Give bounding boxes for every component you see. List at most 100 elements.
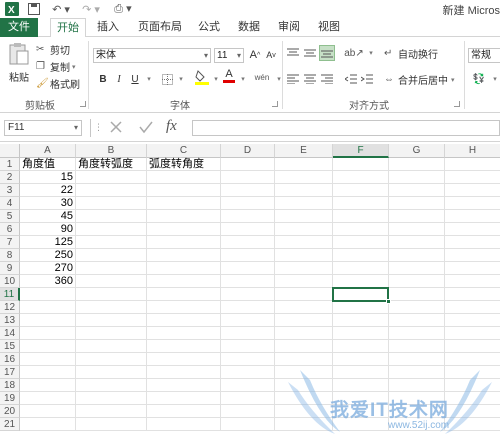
copy-button[interactable]: ❐ 复制 ▾ [36,59,76,74]
cell-h6[interactable] [445,223,500,236]
number-format-select[interactable]: 常规 [468,48,500,63]
cell-e17[interactable] [275,366,333,379]
cell-c13[interactable] [147,314,221,327]
cell-g14[interactable] [389,327,445,340]
cell-d9[interactable] [221,262,275,275]
phonetic-guide-icon[interactable]: wén [252,70,272,84]
row-header-20[interactable]: 20 [0,405,20,418]
chevron-down-icon[interactable]: ▾ [272,72,286,86]
cell-h14[interactable] [445,327,500,340]
cell-d10[interactable] [221,275,275,288]
cell-b12[interactable] [76,301,147,314]
cell-c7[interactable] [147,236,221,249]
cell-e18[interactable] [275,379,333,392]
cell-b7[interactable] [76,236,147,249]
tab-page-layout[interactable]: 页面布局 [134,18,186,37]
cell-e14[interactable] [275,327,333,340]
column-header-b[interactable]: B [76,144,147,158]
row-header-12[interactable]: 12 [0,301,20,314]
cell-g5[interactable] [389,210,445,223]
orientation-icon[interactable]: ab↗ [344,46,364,60]
cell-c14[interactable] [147,327,221,340]
cell-g4[interactable] [389,197,445,210]
cell-a4[interactable]: 30 [20,197,76,210]
cell-g8[interactable] [389,249,445,262]
format-painter-button[interactable]: 🖌 格式刷 [36,76,80,91]
row-header-8[interactable]: 8 [0,249,20,262]
cell-f18[interactable] [333,379,389,392]
cell-a9[interactable]: 270 [20,262,76,275]
row-header-9[interactable]: 9 [0,262,20,275]
select-all-corner[interactable] [0,144,20,158]
drag-handle-icon[interactable]: ⋮ [94,122,103,133]
row-header-5[interactable]: 5 [0,210,20,223]
enter-check-icon[interactable] [136,117,156,137]
cell-g15[interactable] [389,340,445,353]
redo-icon[interactable]: ↷ ▾ [80,1,102,17]
row-header-3[interactable]: 3 [0,184,20,197]
cell-h4[interactable] [445,197,500,210]
underline-button[interactable]: U [128,72,142,86]
tab-formulas[interactable]: 公式 [194,18,224,37]
align-right-icon[interactable] [320,72,334,86]
tab-view[interactable]: 视图 [314,18,344,37]
paste-icon[interactable] [8,41,30,67]
cell-b4[interactable] [76,197,147,210]
cell-a8[interactable]: 250 [20,249,76,262]
cell-b20[interactable] [76,405,147,418]
cell-a5[interactable]: 45 [20,210,76,223]
cell-b15[interactable] [76,340,147,353]
cell-b21[interactable] [76,418,147,431]
tab-home[interactable]: 开始 [50,18,86,38]
cell-e19[interactable] [275,392,333,405]
row-header-6[interactable]: 6 [0,223,20,236]
cell-a7[interactable]: 125 [20,236,76,249]
cell-f17[interactable] [333,366,389,379]
cell-g17[interactable] [389,366,445,379]
row-header-11[interactable]: 11 [0,288,20,301]
cell-b3[interactable] [76,184,147,197]
cell-g3[interactable] [389,184,445,197]
cell-c18[interactable] [147,379,221,392]
cell-h7[interactable] [445,236,500,249]
cell-c4[interactable] [147,197,221,210]
cell-h12[interactable] [445,301,500,314]
cell-h5[interactable] [445,210,500,223]
cell-d12[interactable] [221,301,275,314]
chevron-down-icon[interactable]: ▾ [209,72,223,86]
cell-d20[interactable] [221,405,275,418]
cell-d15[interactable] [221,340,275,353]
cell-g9[interactable] [389,262,445,275]
column-header-d[interactable]: D [221,144,275,158]
cell-f6[interactable] [333,223,389,236]
cell-a12[interactable] [20,301,76,314]
align-left-icon[interactable] [286,72,300,86]
cell-e5[interactable] [275,210,333,223]
cell-a16[interactable] [20,353,76,366]
cell-c19[interactable] [147,392,221,405]
cell-g13[interactable] [389,314,445,327]
cell-c8[interactable] [147,249,221,262]
column-header-a[interactable]: A [20,144,76,158]
cell-e7[interactable] [275,236,333,249]
font-size-select[interactable]: 11 ▾ [214,48,244,63]
cell-d16[interactable] [221,353,275,366]
tab-insert[interactable]: 插入 [92,18,124,37]
row-header-18[interactable]: 18 [0,379,20,392]
cell-h9[interactable] [445,262,500,275]
cell-b10[interactable] [76,275,147,288]
row-header-21[interactable]: 21 [0,418,20,431]
column-header-e[interactable]: E [275,144,333,158]
cell-e20[interactable] [275,405,333,418]
cell-d4[interactable] [221,197,275,210]
name-box[interactable]: F11 ▾ [4,120,82,136]
cell-d6[interactable] [221,223,275,236]
cell-g6[interactable] [389,223,445,236]
align-top-icon[interactable] [286,46,300,60]
cell-e4[interactable] [275,197,333,210]
cell-a15[interactable] [20,340,76,353]
cancel-icon[interactable] [106,117,126,137]
cell-h11[interactable] [445,288,500,301]
fill-color-icon[interactable] [195,70,209,85]
align-bottom-icon[interactable] [319,45,335,61]
